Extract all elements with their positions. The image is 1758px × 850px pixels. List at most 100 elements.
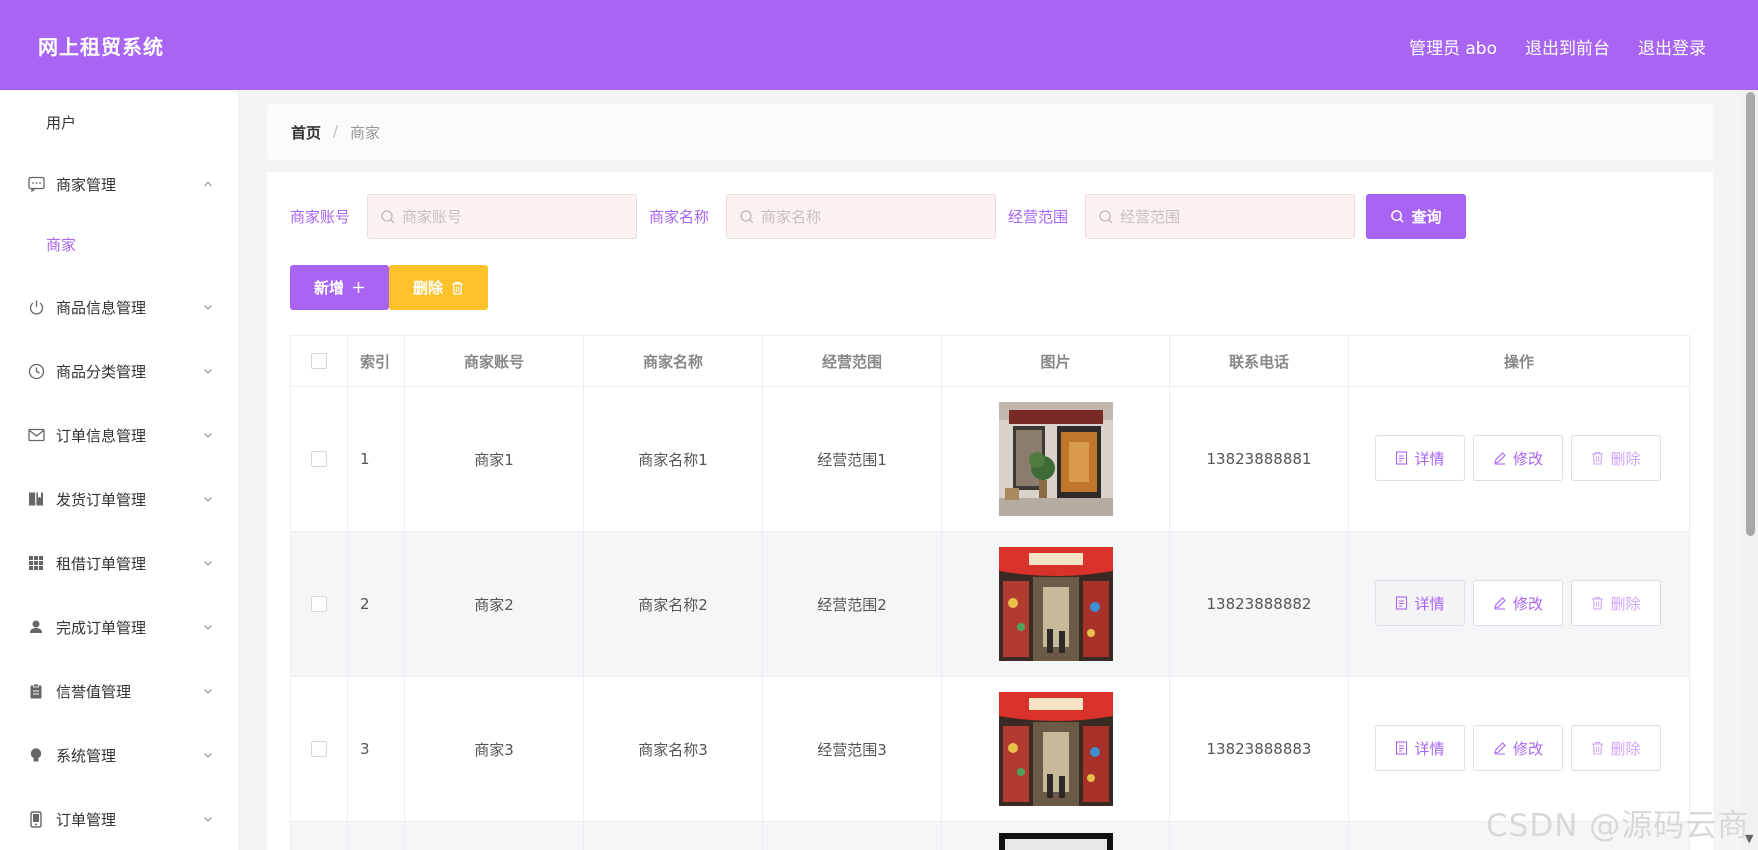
detail-label: 详情 (1414, 594, 1445, 613)
sidebar-item-label: 商品分类管理 (56, 362, 147, 381)
table-row: 3 商家3 商家名称3 经营范围3 13823888883 详情 修改 删除 (290, 677, 1690, 822)
header-ops: 操作 (1503, 352, 1534, 371)
logout-link[interactable]: 退出登录 (1638, 34, 1706, 59)
sidebar-item-label: 租借订单管理 (56, 554, 147, 573)
shop-interior-photo[interactable] (998, 692, 1113, 806)
sidebar-item-user[interactable]: 用户 (46, 112, 76, 133)
search-button[interactable]: 查询 (1366, 194, 1466, 239)
edit-button[interactable]: 修改 (1473, 580, 1563, 626)
edit-icon (1494, 452, 1506, 465)
sidebar-item-system[interactable]: 系统管理 (0, 735, 238, 775)
row-name: 商家名称2 (584, 532, 763, 676)
tablet-icon (27, 810, 45, 828)
row-ops-cell: 详情 修改 删除 (1349, 532, 1689, 676)
name-search-field[interactable] (726, 194, 996, 239)
breadcrumb-current: 商家 (350, 124, 381, 142)
select-all-checkbox[interactable] (311, 353, 327, 369)
sidebar-item-label: 发货订单管理 (56, 490, 147, 509)
document-icon (1396, 451, 1408, 465)
row-image-cell (942, 532, 1170, 676)
edit-label: 修改 (1512, 739, 1543, 758)
edit-button[interactable]: 修改 (1473, 435, 1563, 481)
search-icon (1391, 210, 1405, 223)
table-row (290, 822, 1690, 850)
chevron-down-icon (204, 369, 212, 374)
sidebar-item-shipping-order[interactable]: 发货订单管理 (0, 479, 238, 519)
front-link[interactable]: 退出到前台 (1525, 34, 1610, 59)
top-bar: 网上租贸系统 管理员 abo 退出到前台 退出登录 (0, 0, 1758, 90)
account-search-field[interactable] (367, 194, 637, 239)
breadcrumb-home[interactable]: 首页 (291, 122, 321, 143)
sidebar-item-label: 信誉值管理 (56, 682, 132, 701)
sidebar-item-order-info[interactable]: 订单信息管理 (0, 415, 238, 455)
grid-icon (27, 554, 45, 572)
sidebar-item-label: 完成订单管理 (56, 618, 147, 637)
row-checkbox[interactable] (311, 596, 327, 612)
sidebar-item-credit[interactable]: 信誉值管理 (0, 671, 238, 711)
add-button[interactable]: 新增 (290, 265, 389, 310)
row-image-cell (942, 387, 1170, 531)
sidebar-item-label: 商家管理 (56, 175, 117, 194)
row-select-cell (291, 532, 348, 676)
shop-photo[interactable] (998, 833, 1113, 850)
admin-link[interactable]: 管理员 abo (1409, 34, 1497, 59)
app-title: 网上租贸系统 (38, 35, 164, 59)
message-icon (27, 175, 45, 193)
delete-button[interactable]: 删除 (1571, 725, 1661, 771)
edit-label: 修改 (1512, 594, 1543, 613)
row-select-cell (291, 822, 348, 850)
detail-button[interactable]: 详情 (1375, 580, 1465, 626)
sidebar-item-order-mgmt[interactable]: 订单管理 (0, 799, 238, 839)
sidebar-item-product-info[interactable]: 商品信息管理 (0, 287, 238, 327)
detail-button[interactable]: 详情 (1375, 725, 1465, 771)
sidebar-subitem-merchant[interactable]: 商家 (46, 234, 76, 255)
row-checkbox[interactable] (311, 451, 327, 467)
top-links: 管理员 abo 退出到前台 退出登录 (1409, 34, 1706, 59)
detail-button[interactable]: 详情 (1375, 435, 1465, 481)
sidebar-item-label: 订单信息管理 (56, 426, 147, 445)
scope-search-field[interactable] (1085, 194, 1355, 239)
row-index (348, 822, 405, 850)
row-account (405, 822, 584, 850)
search-icon (381, 210, 395, 224)
sidebar-item-rental-order[interactable]: 租借订单管理 (0, 543, 238, 583)
row-phone: 13823888881 (1170, 387, 1349, 531)
sidebar-item-label: 订单管理 (56, 810, 117, 829)
shop-interior-photo[interactable] (998, 547, 1113, 661)
edit-button[interactable]: 修改 (1473, 725, 1563, 771)
sidebar: 用户 商家管理 商家 商品信息管理 商品分类管理 订单信息管理 发货订单管理 租… (0, 90, 238, 850)
delete-button[interactable]: 删除 (1571, 435, 1661, 481)
account-search-input[interactable] (402, 203, 627, 231)
scrollbar-thumb[interactable] (1746, 92, 1755, 536)
search-icon (1099, 210, 1113, 224)
row-checkbox[interactable] (311, 741, 327, 757)
row-name (584, 822, 763, 850)
name-search-input[interactable] (761, 203, 986, 231)
chevron-down-icon (204, 625, 212, 630)
book-icon (27, 490, 45, 508)
chevron-up-icon (204, 181, 212, 187)
row-name: 商家名称3 (584, 677, 763, 821)
header-account: 商家账号 (405, 336, 584, 386)
storefront-photo[interactable] (998, 402, 1113, 516)
sidebar-item-label: 系统管理 (56, 746, 117, 765)
table-row: 1 商家1 商家名称1 经营范围1 13823888881 详情 修改 删除 (290, 387, 1690, 532)
edit-label: 修改 (1512, 449, 1543, 468)
sidebar-item-merchant-mgmt[interactable]: 商家管理 (0, 164, 238, 204)
row-select-cell (291, 387, 348, 531)
scope-filter-label: 经营范围 (1008, 208, 1069, 226)
row-scope (763, 822, 942, 850)
account-filter-label: 商家账号 (290, 208, 351, 226)
row-phone (1170, 822, 1349, 850)
scope-search-input[interactable] (1120, 203, 1345, 231)
delete-button[interactable]: 删除 (1571, 580, 1661, 626)
chevron-down-icon (204, 561, 212, 566)
chevron-down-icon (204, 305, 212, 310)
sidebar-item-product-category[interactable]: 商品分类管理 (0, 351, 238, 391)
power-icon (27, 298, 45, 316)
row-scope: 经营范围2 (763, 532, 942, 676)
batch-delete-button[interactable]: 删除 (389, 265, 488, 310)
row-image-cell (942, 677, 1170, 821)
sidebar-item-completed-order[interactable]: 完成订单管理 (0, 607, 238, 647)
header-index: 索引 (348, 336, 405, 386)
